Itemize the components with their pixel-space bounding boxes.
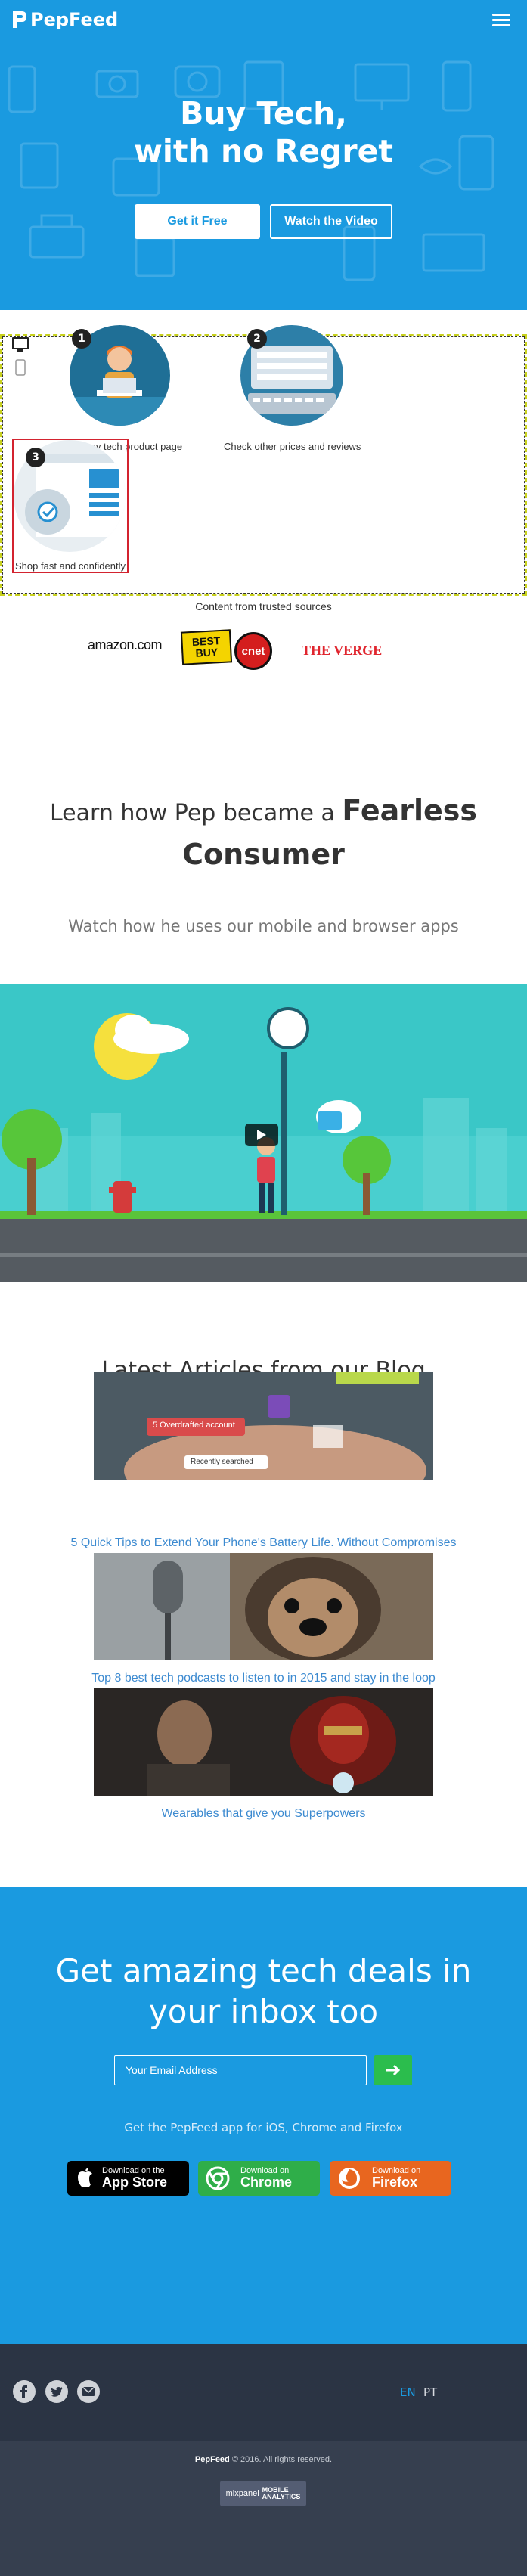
hero-title: Buy Tech, with no Regret xyxy=(0,95,527,170)
page-root: PepFeed Buy Tech, with no Regret Get it … xyxy=(0,0,527,2576)
hamburger-menu-icon[interactable] xyxy=(492,14,510,27)
firefox-button[interactable]: Download on Firefox xyxy=(330,2161,451,2196)
bestbuy-logo-line2: BUY xyxy=(195,646,219,659)
article1-overlay2: Recently searched xyxy=(191,1458,253,1466)
step3-label: Shop fast and confidently xyxy=(15,560,126,572)
amazon-logo: amazon.com xyxy=(88,637,163,653)
logo[interactable]: PepFeed xyxy=(11,9,118,30)
learn-title-bold1: Fearless xyxy=(342,794,478,827)
firefox-icon xyxy=(339,2168,360,2189)
hero-section: PepFeed Buy Tech, with no Regret Get it … xyxy=(0,0,527,310)
hero-title-line2: with no Regret xyxy=(134,133,393,169)
firefox-big: Firefox xyxy=(372,2175,418,2190)
article1-overlay1: 5 Overdrafted account xyxy=(153,1421,235,1430)
step2-number: 2 xyxy=(247,329,267,349)
learn-title-bold2: Consumer xyxy=(182,838,345,871)
app-store-big: App Store xyxy=(102,2175,168,2190)
learn-title: Learn how Pep became a Fearless Consumer xyxy=(0,790,527,878)
lang-en[interactable]: EN xyxy=(400,2385,416,2399)
newsletter-title-line1: Get amazing tech deals in xyxy=(55,1952,472,1989)
facebook-icon[interactable] xyxy=(13,2380,36,2403)
article3-image[interactable] xyxy=(94,1688,433,1796)
copyright-brand: PepFeed xyxy=(194,2455,230,2464)
mixpanel-line3: ANALYTICS xyxy=(262,2493,301,2500)
step2-label: Check other prices and reviews xyxy=(224,441,361,452)
hero-background-icons xyxy=(8,60,494,281)
get-it-free-button[interactable]: Get it Free xyxy=(135,204,260,239)
email-icon[interactable] xyxy=(77,2380,100,2403)
play-video-button[interactable] xyxy=(245,1124,278,1146)
arrow-right-icon xyxy=(386,2064,401,2076)
learn-title-part1: Learn how Pep became a xyxy=(49,800,335,826)
play-icon xyxy=(257,1130,266,1140)
newsletter-title: Get amazing tech deals in your inbox too xyxy=(0,1951,527,2032)
apple-icon xyxy=(78,2168,92,2187)
hero-title-line1: Buy Tech, xyxy=(180,95,347,132)
watch-video-button[interactable]: Watch the Video xyxy=(270,204,392,239)
mixpanel-line1: mixpanel xyxy=(225,2489,259,2498)
logo-text: PepFeed xyxy=(30,9,119,30)
get-app-label: Get the PepFeed app for iOS, Chrome and … xyxy=(124,2121,403,2134)
email-submit-button[interactable] xyxy=(374,2055,412,2085)
lang-pt[interactable]: PT xyxy=(423,2385,437,2399)
article2-link[interactable]: Top 8 best tech podcasts to listen to in… xyxy=(0,1672,527,1685)
learn-subtitle: Watch how he uses our mobile and browser… xyxy=(68,917,459,935)
step3-number: 3 xyxy=(26,448,45,467)
email-input[interactable] xyxy=(114,2055,367,2085)
chrome-big: Chrome xyxy=(240,2175,293,2190)
the-verge-logo: THE VERGE xyxy=(302,643,383,658)
mixpanel-badge[interactable]: mixpanel MOBILE ANALYTICS xyxy=(220,2481,306,2506)
cnet-logo: cnet xyxy=(234,632,272,670)
newsletter-title-line2: your inbox too xyxy=(148,1993,379,2030)
twitter-icon[interactable] xyxy=(45,2380,68,2403)
top-navbar: PepFeed xyxy=(0,0,527,41)
app-store-button[interactable]: Download on the App Store xyxy=(67,2161,189,2196)
bestbuy-logo: BEST BUY xyxy=(180,629,233,665)
step1-number: 1 xyxy=(72,329,91,349)
chrome-button[interactable]: Download on Chrome xyxy=(198,2161,320,2196)
copyright: PepFeed © 2016. All rights reserved. xyxy=(0,2455,527,2464)
article3-link[interactable]: Wearables that give you Superpowers xyxy=(0,1807,527,1821)
pepfeed-logo-icon xyxy=(13,11,26,28)
chrome-icon xyxy=(206,2166,230,2190)
device-switch-icons[interactable] xyxy=(11,336,30,378)
article1-link[interactable]: 5 Quick Tips to Extend Your Phone's Batt… xyxy=(0,1536,527,1550)
trusted-sources-label: Content from trusted sources xyxy=(195,600,332,612)
copyright-text: © 2016. All rights reserved. xyxy=(231,2455,333,2464)
article1-image[interactable]: 5 Overdrafted account Recently searched xyxy=(94,1372,433,1480)
article2-image[interactable] xyxy=(94,1553,433,1660)
